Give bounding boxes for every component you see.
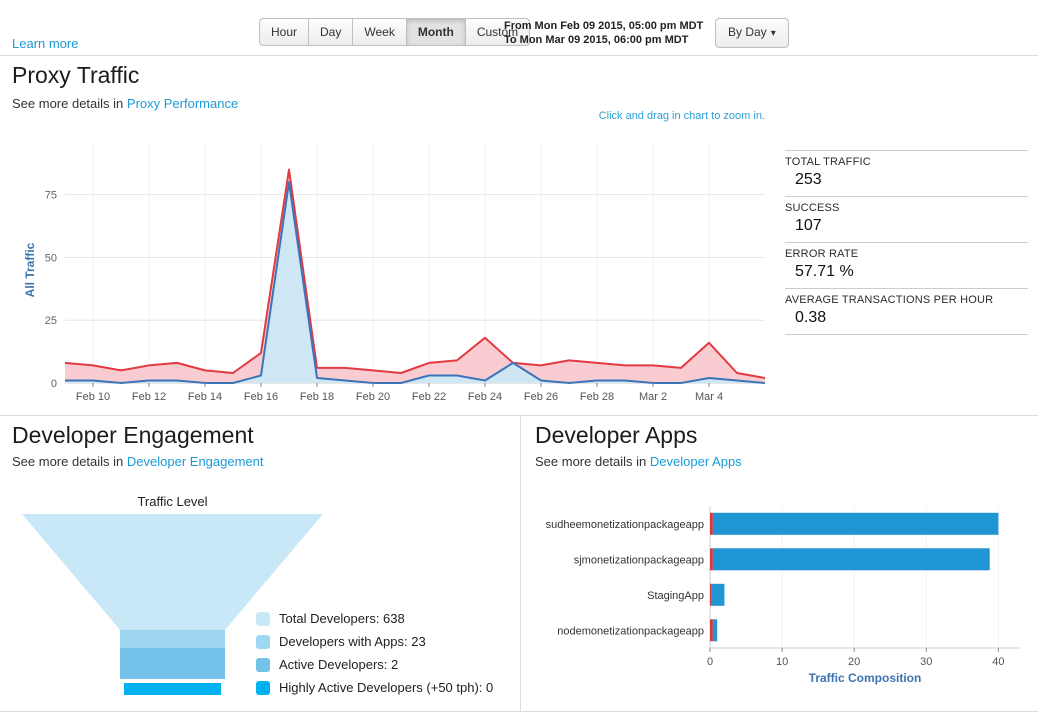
caret-down-icon: ▾ (770, 28, 776, 39)
stat-avg-tph: AVERAGE TRANSACTIONS PER HOUR 0.38 (785, 289, 1028, 335)
learn-more-link[interactable]: Learn more (12, 36, 78, 51)
range-hour-button[interactable]: Hour (259, 18, 310, 46)
legend-swatch-icon (256, 680, 270, 695)
svg-text:10: 10 (776, 656, 788, 668)
svg-text:Mar 2: Mar 2 (639, 391, 667, 403)
developer-apps-title: Developer Apps (535, 422, 698, 448)
svg-text:Feb 20: Feb 20 (356, 391, 390, 403)
developer-apps-chart: sudheemonetizationpackageapp sjmonetizati… (546, 506, 1020, 685)
proxy-performance-link[interactable]: Proxy Performance (127, 96, 238, 111)
svg-text:Feb 10: Feb 10 (76, 391, 110, 403)
proxy-stats-panel: TOTAL TRAFFIC 253 SUCCESS 107 ERROR RATE… (785, 150, 1028, 335)
subtitle-text: See more details in (535, 454, 650, 469)
svg-text:40: 40 (992, 656, 1004, 668)
stat-label: AVERAGE TRANSACTIONS PER HOUR (785, 294, 994, 306)
svg-text:75: 75 (45, 190, 57, 202)
svg-text:Feb 24: Feb 24 (468, 391, 502, 403)
svg-text:Feb 28: Feb 28 (580, 391, 614, 403)
funnel-legend-item: Total Developers: 638 (256, 607, 493, 630)
column-divider (520, 416, 521, 711)
section-divider (0, 415, 1038, 416)
developer-apps-link[interactable]: Developer Apps (650, 454, 742, 469)
stat-label: SUCCESS (785, 202, 840, 214)
svg-text:Feb 14: Feb 14 (188, 391, 222, 403)
svg-text:Feb 18: Feb 18 (300, 391, 334, 403)
interval-dropdown-button[interactable]: By Day ▾ (715, 18, 789, 48)
funnel-legend-item: Highly Active Developers (+50 tph): 0 (256, 676, 493, 699)
stat-value: 253 (795, 171, 822, 188)
header-divider (0, 55, 1038, 56)
stat-label: ERROR RATE (785, 248, 859, 260)
svg-text:30: 30 (920, 656, 932, 668)
proxy-traffic-title: Proxy Traffic (12, 62, 140, 88)
svg-text:Feb 26: Feb 26 (524, 391, 558, 403)
stat-total-traffic: TOTAL TRAFFIC 253 (785, 151, 1028, 197)
developer-engagement-title: Developer Engagement (12, 422, 254, 448)
funnel-chart-title: Traffic Level (137, 494, 208, 509)
svg-text:0: 0 (51, 378, 57, 390)
funnel-legend: Total Developers: 638 Developers with App… (256, 607, 493, 699)
svg-text:20: 20 (848, 656, 860, 668)
proxy-traffic-chart[interactable]: 0 25 50 75 Feb 10 Feb 12 Feb 14 Feb 16 Feb 18 Feb… (20, 130, 775, 408)
svg-text:nodemonetizationpackageapp: nodemonetizationpackageapp (557, 625, 704, 637)
svg-text:Feb 12: Feb 12 (132, 391, 166, 403)
legend-label: Highly Active Developers (+50 tph): 0 (279, 680, 494, 695)
subtitle-text: See more details in (12, 454, 127, 469)
stat-value: 57.71 % (795, 263, 854, 280)
stat-label: TOTAL TRAFFIC (785, 156, 871, 168)
svg-text:Traffic Composition: Traffic Composition (809, 671, 922, 685)
interval-label: By Day (728, 25, 767, 39)
svg-text:Mar 4: Mar 4 (695, 391, 723, 403)
svg-text:All Traffic: All Traffic (23, 242, 37, 297)
legend-swatch-icon (256, 657, 270, 672)
stat-value: 107 (795, 217, 822, 234)
range-week-button[interactable]: Week (352, 18, 407, 46)
svg-text:StagingApp: StagingApp (647, 590, 704, 602)
date-range-text: From Mon Feb 09 2015, 05:00 pm MDT To Mo… (504, 19, 703, 47)
svg-text:25: 25 (45, 315, 57, 327)
svg-text:sjmonetizationpackageapp: sjmonetizationpackageapp (574, 554, 704, 566)
subtitle-text: See more details in (12, 96, 127, 111)
range-month-button[interactable]: Month (405, 18, 466, 46)
zoom-hint-text: Click and drag in chart to zoom in. (598, 110, 765, 122)
svg-text:Feb 22: Feb 22 (412, 391, 446, 403)
legend-label: Developers with Apps: 23 (279, 634, 426, 649)
svg-text:Feb 16: Feb 16 (244, 391, 278, 403)
legend-label: Total Developers: 638 (279, 611, 405, 626)
developer-engagement-subtitle: See more details in Developer Engagement (12, 454, 264, 469)
svg-text:50: 50 (45, 252, 57, 264)
stat-value: 0.38 (795, 309, 827, 326)
svg-text:0: 0 (707, 656, 713, 668)
svg-text:sudheemonetizationpackageapp: sudheemonetizationpackageapp (546, 519, 704, 531)
date-to: To Mon Mar 09 2015, 06:00 pm MDT (504, 34, 689, 46)
time-range-button-group: Hour Day Week Month Custom (259, 18, 531, 46)
developer-apps-subtitle: See more details in Developer Apps (535, 454, 742, 469)
funnel-legend-item: Active Developers: 2 (256, 653, 493, 676)
stat-error-rate: ERROR RATE 57.71 % (785, 243, 1028, 289)
bottom-divider (0, 711, 1038, 712)
proxy-traffic-subtitle: See more details in Proxy Performance (12, 96, 238, 111)
date-from: From Mon Feb 09 2015, 05:00 pm MDT (504, 20, 704, 32)
legend-label: Active Developers: 2 (279, 657, 399, 672)
developer-engagement-link[interactable]: Developer Engagement (127, 454, 264, 469)
range-day-button[interactable]: Day (308, 18, 354, 46)
funnel-legend-item: Developers with Apps: 23 (256, 630, 493, 653)
legend-swatch-icon (256, 611, 270, 626)
stat-success: SUCCESS 107 (785, 197, 1028, 243)
legend-swatch-icon (256, 634, 270, 649)
